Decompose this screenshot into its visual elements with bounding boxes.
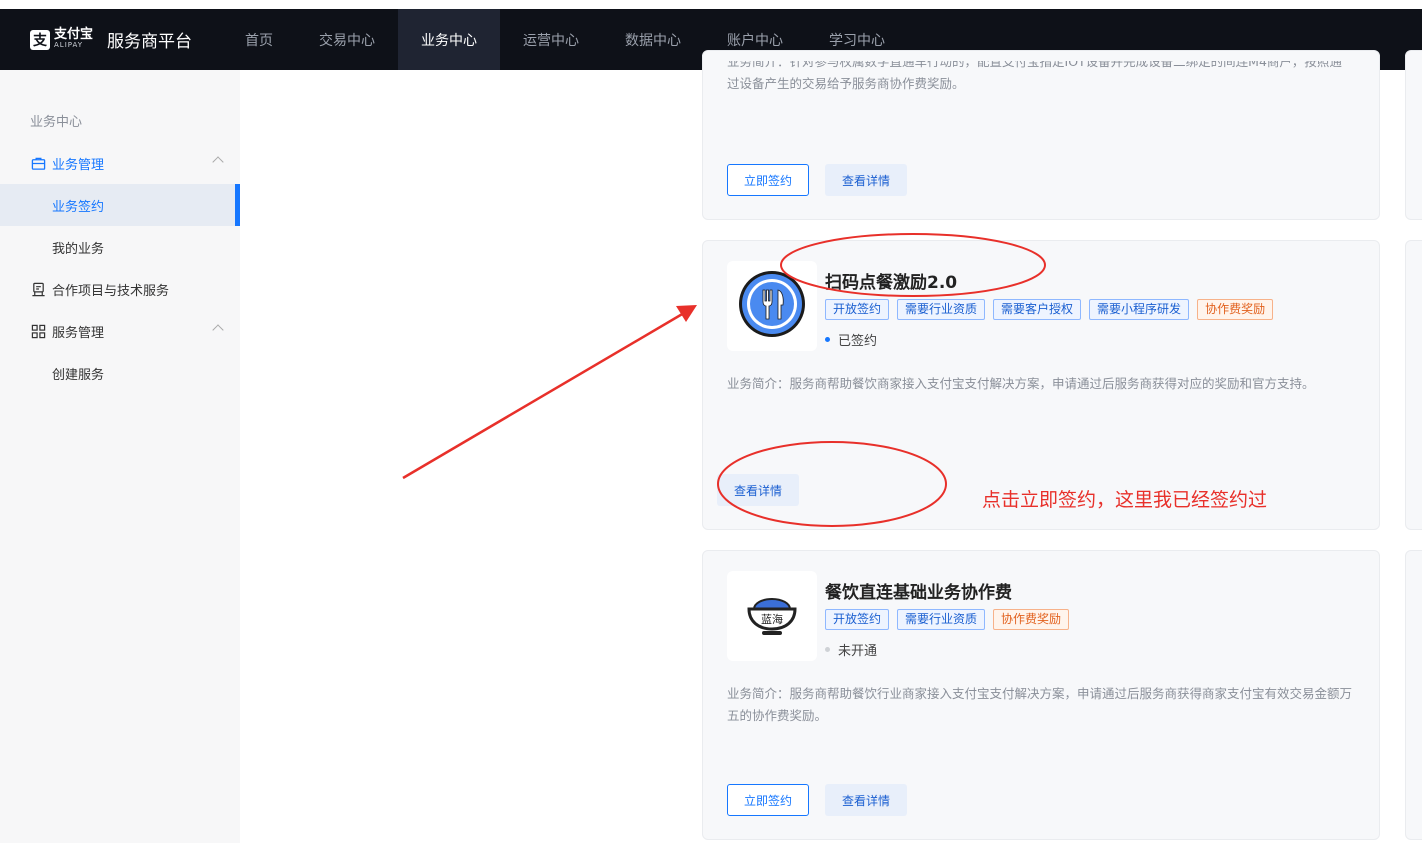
- tag-mini-program-dev: 需要小程序研发: [1089, 299, 1190, 320]
- sidebar-item-my-business[interactable]: 我的业务: [0, 226, 240, 268]
- adjacent-card-edge: [1405, 240, 1422, 530]
- tag-reward: 协作费奖励: [993, 609, 1070, 630]
- tag-customer-authorization: 需要客户授权: [993, 299, 1082, 320]
- sidebar-heading: 业务中心: [30, 115, 83, 130]
- status-dot-icon: [825, 337, 830, 342]
- view-details-button[interactable]: 查看详情: [825, 164, 907, 196]
- card-tags: 开放签约 需要行业资质 协作费奖励: [825, 609, 1070, 630]
- sidebar-item-label: 我的业务: [52, 241, 105, 257]
- sidebar-item-label: 服务管理: [52, 325, 105, 341]
- business-card-iot: 业务简介：针对参与权属数字直通车行动的，配置支付宝指定IOT设备并完成设备二绑定…: [702, 50, 1380, 220]
- adjacent-card-edge: [1405, 50, 1422, 220]
- adjacent-card-edge: [1405, 550, 1422, 840]
- sidebar-item-business-signing[interactable]: 业务签约: [0, 184, 240, 226]
- signing-status: 已签约: [825, 330, 877, 349]
- card-title: 扫码点餐激励2.0: [825, 273, 958, 293]
- tag-industry-qualification: 需要行业资质: [897, 609, 986, 630]
- sidebar-item-business-management[interactable]: 业务管理: [0, 142, 240, 184]
- sign-now-button[interactable]: 立即签约: [727, 784, 809, 816]
- card-tags: 开放签约 需要行业资质 需要客户授权 需要小程序研发 协作费奖励: [825, 299, 1274, 320]
- sidebar-item-label: 业务管理: [52, 157, 105, 173]
- sidebar: 业务中心 业务管理 业务签约 我的业务 合作项目与技术服务 服务管理 创建服务: [0, 70, 240, 843]
- status-text: 已签约: [838, 334, 878, 349]
- chevron-up-icon[interactable]: [212, 156, 224, 168]
- nav-operation-center[interactable]: 运营中心: [500, 9, 602, 70]
- tag-open-signing: 开放签约: [825, 299, 890, 320]
- card-logo: 蓝海: [727, 571, 817, 661]
- signing-status: 未开通: [825, 640, 877, 659]
- card-title: 餐饮直连基础业务协作费: [825, 583, 1012, 603]
- briefcase-icon: [30, 155, 46, 171]
- brand[interactable]: 支 支付宝 ALIPAY 服务商平台: [30, 9, 192, 70]
- annotation-text: 点击立即签约，这里我已经签约过: [982, 489, 1268, 511]
- status-dot-icon: [825, 647, 830, 652]
- nav-home[interactable]: 首页: [222, 9, 296, 70]
- bowl-icon: 蓝海: [742, 591, 802, 641]
- nav-trade-center[interactable]: 交易中心: [296, 9, 398, 70]
- tag-industry-qualification: 需要行业资质: [897, 299, 986, 320]
- alipay-logo-text: 支付宝 ALIPAY: [54, 28, 93, 51]
- status-text: 未开通: [838, 644, 878, 659]
- sign-now-button[interactable]: 立即签约: [727, 164, 809, 196]
- nav-business-center[interactable]: 业务中心: [398, 9, 500, 70]
- view-details-button[interactable]: 查看详情: [825, 784, 907, 816]
- tag-open-signing: 开放签约: [825, 609, 890, 630]
- sidebar-item-service-management[interactable]: 服务管理: [0, 310, 240, 352]
- sidebar-item-cooperation[interactable]: 合作项目与技术服务: [0, 268, 240, 310]
- card-description: 业务简介：服务商帮助餐饮行业商家接入支付宝支付解决方案，申请通过后服务商获得商家…: [727, 686, 1353, 723]
- card-description: 业务简介：针对参与权属数字直通车行动的，配置支付宝指定IOT设备并完成设备二绑定…: [727, 54, 1342, 91]
- main-content: 业务简介：针对参与权属数字直通车行动的，配置支付宝指定IOT设备并完成设备二绑定…: [240, 50, 1422, 843]
- grid-icon: [30, 323, 46, 339]
- tag-reward: 协作费奖励: [1197, 299, 1274, 320]
- sidebar-item-label: 创建服务: [52, 367, 105, 383]
- view-details-button[interactable]: 查看详情: [717, 474, 799, 506]
- cooperation-icon: [30, 281, 46, 297]
- card-logo: [727, 261, 817, 351]
- chevron-up-icon[interactable]: [212, 324, 224, 336]
- platform-title: 服务商平台: [107, 32, 193, 52]
- bowl-icon-label: 蓝海: [761, 613, 783, 626]
- alipay-logo-icon: 支: [30, 29, 50, 50]
- nav-data-center[interactable]: 数据中心: [602, 9, 704, 70]
- sidebar-item-create-service[interactable]: 创建服务: [0, 352, 240, 394]
- business-card-catering-direct: 蓝海 餐饮直连基础业务协作费 开放签约 需要行业资质 协作费奖励 未开通 业务简…: [702, 550, 1380, 840]
- card-description: 业务简介：服务商帮助餐饮商家接入支付宝支付解决方案，申请通过后服务商获得对应的奖…: [727, 376, 1315, 391]
- fork-knife-icon: [736, 268, 808, 344]
- sidebar-item-label: 合作项目与技术服务: [52, 283, 170, 299]
- sidebar-item-label: 业务签约: [52, 199, 105, 215]
